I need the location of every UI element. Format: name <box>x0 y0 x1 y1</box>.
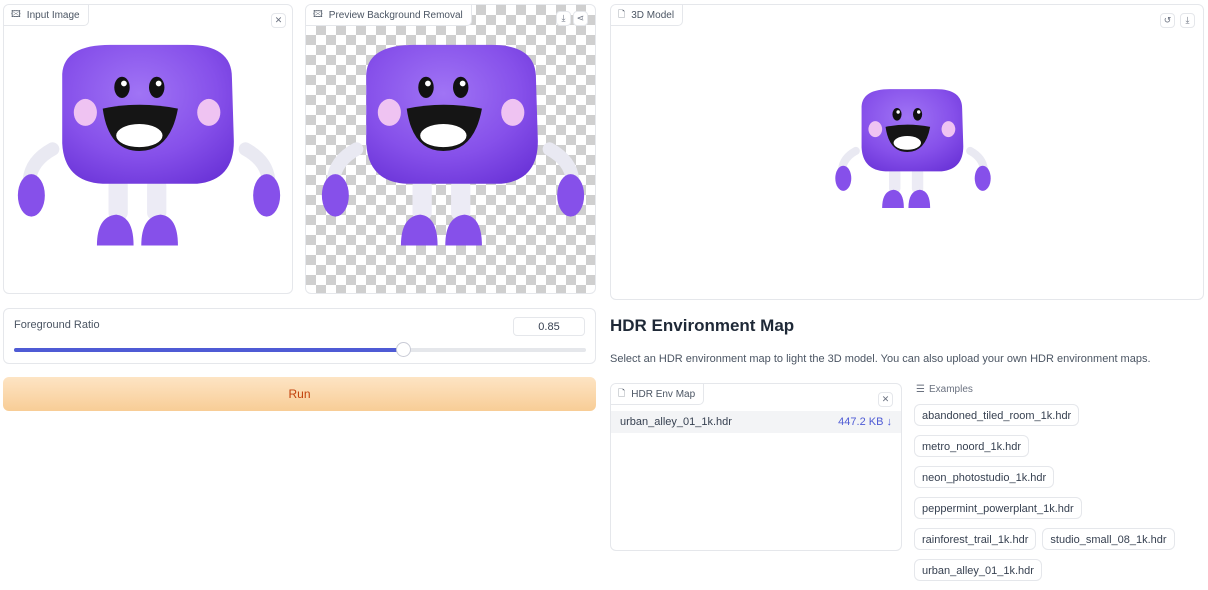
reset-view-icon[interactable]: ↺ <box>1160 13 1175 28</box>
example-chip[interactable]: abandoned_tiled_room_1k.hdr <box>914 404 1080 426</box>
examples-label: Examples <box>928 384 973 395</box>
hdr-description: Select an HDR environment map to light t… <box>610 353 1151 365</box>
close-icon[interactable]: ✕ <box>878 392 893 407</box>
file-row[interactable]: urban_alley_01_1k.hdr 447.2 KB ↓ <box>611 411 901 433</box>
example-chip[interactable]: rainforest_trail_1k.hdr <box>914 528 1037 550</box>
share-icon[interactable]: ⋖ <box>573 11 588 26</box>
file-icon: 🗋 <box>618 9 626 19</box>
download-icon[interactable]: ⤓ <box>1180 13 1195 28</box>
hdr-heading: HDR Environment Map <box>610 316 795 335</box>
download-icon[interactable]: ⤓ <box>556 11 571 26</box>
file-size-download-link[interactable]: 447.2 KB ↓ <box>838 416 892 428</box>
examples-chip-list: abandoned_tiled_room_1k.hdr metro_noord_1… <box>914 404 1206 590</box>
model-3d-label-tab: 🗋 3D Model <box>611 5 684 26</box>
list-icon: ☰ <box>916 384 925 395</box>
examples-label-row: ☰ Examples <box>916 384 973 395</box>
preview-label-tab: 🖾 Preview Background Removal <box>306 5 472 26</box>
run-button[interactable]: Run <box>3 377 596 411</box>
run-button-label: Run <box>288 387 311 401</box>
preview-label: Preview Background Removal <box>328 9 463 21</box>
slider-thumb[interactable] <box>395 342 411 357</box>
example-chip[interactable]: studio_small_08_1k.hdr <box>1042 528 1175 550</box>
foreground-ratio-slider-track[interactable] <box>14 342 586 357</box>
input-image-label: Input Image <box>26 9 80 21</box>
close-icon[interactable]: ✕ <box>271 13 286 28</box>
file-name: urban_alley_01_1k.hdr <box>620 416 732 428</box>
foreground-ratio-label: Foreground Ratio <box>14 319 100 331</box>
example-chip[interactable]: urban_alley_01_1k.hdr <box>914 559 1042 581</box>
preview-mascot-image <box>318 35 588 267</box>
preview-background-removal-panel: 🖾 Preview Background Removal ⤓ ⋖ <box>305 4 596 294</box>
image-icon: 🖾 <box>11 9 21 19</box>
foreground-ratio-block: Foreground Ratio 0.85 <box>3 308 596 364</box>
input-image-panel[interactable]: 🖾 Input Image ✕ <box>3 4 293 294</box>
example-chip[interactable]: metro_noord_1k.hdr <box>914 435 1030 457</box>
model-3d-render[interactable] <box>833 77 993 227</box>
input-mascot-image <box>14 35 284 267</box>
example-chip[interactable]: peppermint_powerplant_1k.hdr <box>914 497 1082 519</box>
image-icon: 🖾 <box>313 9 323 19</box>
input-image-label-tab: 🖾 Input Image <box>4 5 89 26</box>
hdr-env-map-panel[interactable]: 🗋 HDR Env Map ✕ urban_alley_01_1k.hdr 44… <box>610 383 902 551</box>
model-3d-panel[interactable]: 🗋 3D Model ↺ ⤓ <box>610 4 1204 300</box>
example-chip[interactable]: neon_photostudio_1k.hdr <box>914 466 1055 488</box>
model-3d-label: 3D Model <box>631 9 675 21</box>
file-icon: 🗋 <box>618 388 626 398</box>
slider-fill <box>14 348 403 352</box>
foreground-ratio-value-input[interactable]: 0.85 <box>513 317 585 336</box>
hdr-env-map-label-tab: 🗋 HDR Env Map <box>611 384 705 405</box>
hdr-env-map-label: HDR Env Map <box>631 388 696 400</box>
